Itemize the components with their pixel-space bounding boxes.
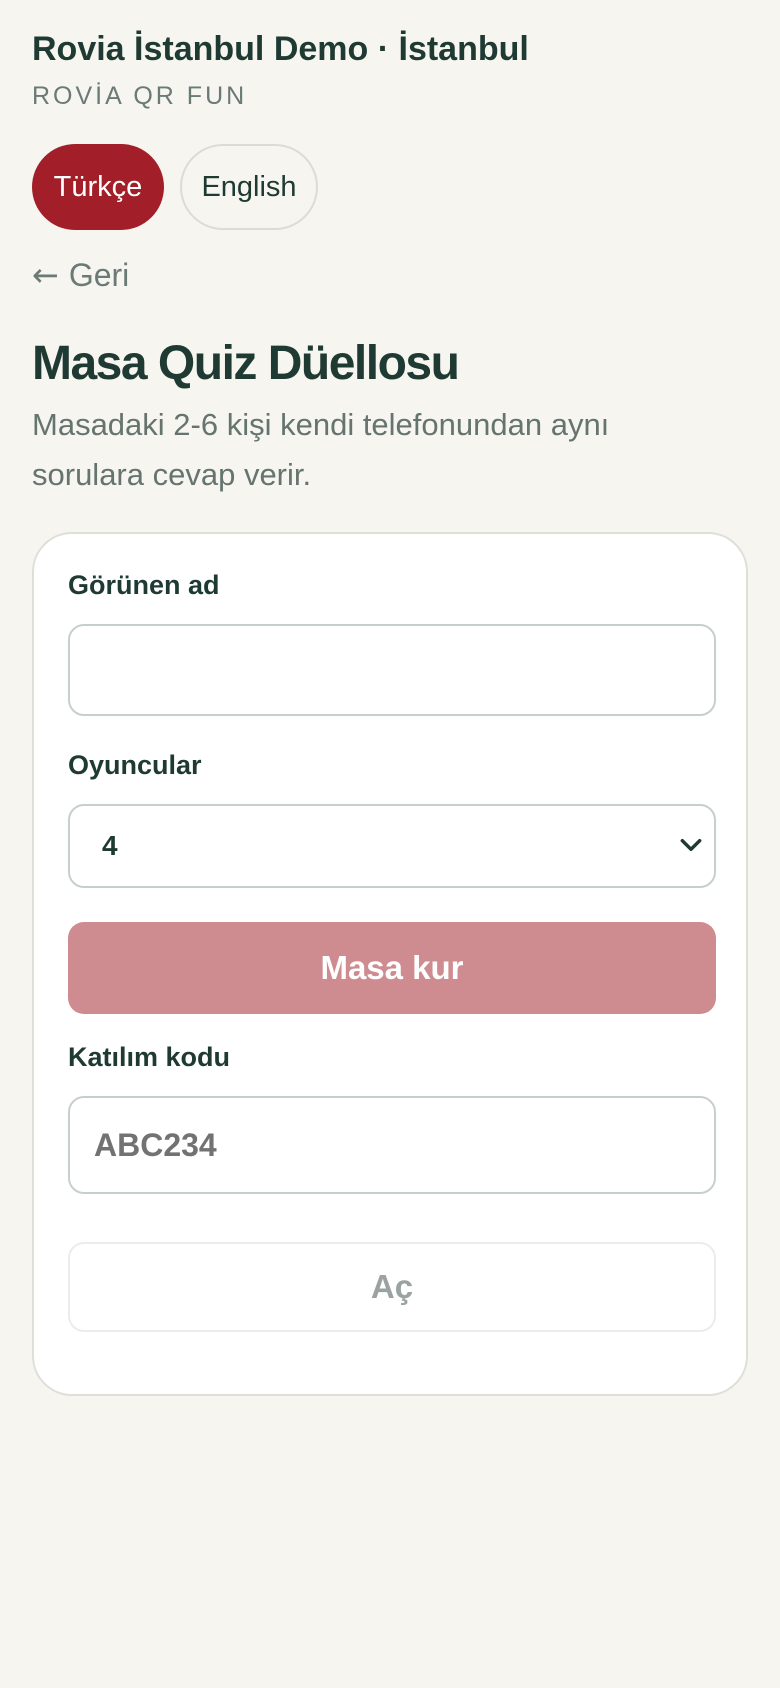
language-button-turkish[interactable]: Türkçe [32,144,164,230]
arrow-left-icon: ← [32,256,59,294]
display-name-label: Görünen ad [68,570,220,600]
display-name-input[interactable] [68,624,716,716]
back-link-label: Geri [68,256,130,293]
create-table-button[interactable]: Masa kur [68,922,716,1014]
open-button[interactable]: Aç [68,1242,716,1332]
language-button-english[interactable]: English [180,144,318,230]
join-code-input[interactable] [68,1096,716,1194]
venue-title: Rovia İstanbul Demo · İstanbul [32,30,529,68]
page-title: Masa Quiz Düellosu [32,337,460,390]
quiz-setup-card: Görünen ad Oyuncular 4 Masa kur Katılım … [32,532,748,1396]
players-select[interactable]: 4 [68,804,716,888]
join-code-label: Katılım kodu [68,1042,231,1072]
players-select-value: 4 [102,830,118,861]
venue-subtitle: ROVİA QR FUN [32,82,248,110]
back-link[interactable]: ← Geri [32,256,129,294]
language-switcher: Türkçe English [32,144,318,230]
page-description: Masadaki 2-6 kişi kendi telefonundan ayn… [32,407,610,492]
players-label: Oyuncular [68,750,202,780]
chevron-down-icon [680,838,702,852]
